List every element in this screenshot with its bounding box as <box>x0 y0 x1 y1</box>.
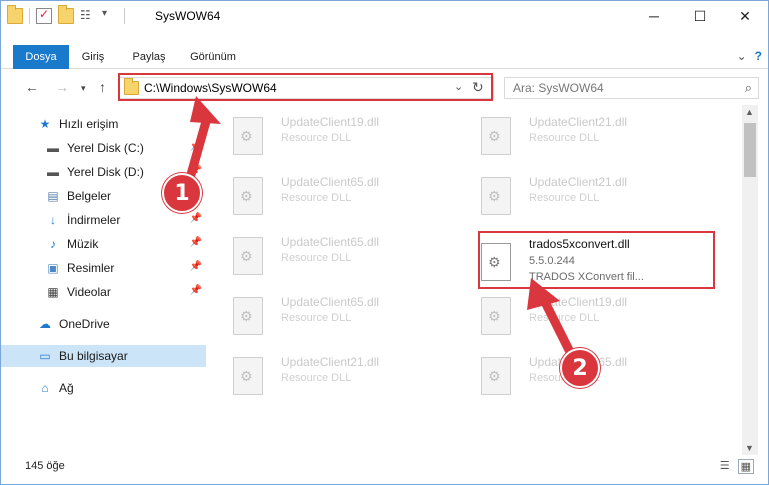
dll-file-icon <box>233 237 263 275</box>
recent-locations-icon[interactable]: ▾ <box>81 83 86 94</box>
file-item[interactable]: UpdateClient21.dll Resource DLL <box>211 349 441 401</box>
nav-item-downloads[interactable]: ↓ İndirmeler 📌 <box>1 209 206 231</box>
download-icon: ↓ <box>50 213 56 227</box>
nav-item-music[interactable]: ♪ Müzik 📌 <box>1 233 206 255</box>
tab-home[interactable]: Giriş <box>73 45 113 69</box>
view-options-icon[interactable]: ☷ <box>80 8 96 24</box>
dll-file-icon <box>233 357 263 395</box>
dll-file-icon <box>481 177 511 215</box>
close-button[interactable]: ✕ <box>722 1 768 31</box>
help-icon[interactable]: ? <box>755 49 762 63</box>
scrollbar-thumb[interactable] <box>744 123 756 177</box>
dll-file-icon <box>481 117 511 155</box>
pin-icon[interactable]: 📌 <box>190 213 202 224</box>
drive-icon: ▬ <box>47 141 59 155</box>
tab-share[interactable]: Paylaş <box>125 45 173 69</box>
view-toggle: ☰ ▦ <box>720 459 754 474</box>
large-icons-view-icon[interactable]: ▦ <box>737 459 754 474</box>
maximize-button[interactable]: ☐ <box>677 1 723 31</box>
status-bar: 145 öğe ☰ ▦ <box>1 455 768 477</box>
file-highlight <box>478 231 715 289</box>
pin-icon[interactable]: 📌 <box>190 285 202 296</box>
vertical-scrollbar[interactable]: ▲ ▼ <box>742 105 758 455</box>
item-count: 145 öğe <box>25 460 65 472</box>
drive-icon: ▬ <box>47 165 59 179</box>
pin-icon[interactable]: 📌 <box>190 237 202 248</box>
music-icon: ♪ <box>50 237 56 251</box>
dll-file-icon <box>233 177 263 215</box>
quick-access-toolbar: ☷ ▾ <box>7 5 125 24</box>
file-item[interactable]: UpdateClient65.dll Resource DLL <box>211 289 441 341</box>
nav-item-network[interactable]: ⌂ Ağ <box>1 377 206 399</box>
address-bar-highlight <box>118 73 493 101</box>
star-icon: ★ <box>39 117 51 131</box>
folder-icon <box>7 5 23 24</box>
nav-item-drive-c[interactable]: ▬ Yerel Disk (C:) 📌 <box>1 137 206 159</box>
scroll-up-icon[interactable]: ▲ <box>745 107 754 117</box>
pin-icon[interactable]: 📌 <box>190 165 202 176</box>
title-bar: ☷ ▾ SysWOW64 ─ ☐ ✕ <box>1 1 768 31</box>
tab-file[interactable]: Dosya <box>13 45 69 69</box>
file-item[interactable]: UpdateClient19.dll Resource DLL <box>459 289 689 341</box>
ribbon-controls: ⌄ ? <box>737 49 762 63</box>
file-item[interactable]: UpdateClient21.dll Resource DLL <box>459 169 689 221</box>
file-item[interactable]: UpdateClient65.dll Resource DLL <box>211 229 441 281</box>
properties-icon[interactable] <box>36 7 52 24</box>
tab-view[interactable]: Görünüm <box>185 45 241 69</box>
network-icon: ⌂ <box>41 381 49 395</box>
step-2-badge: 2 <box>560 348 600 388</box>
forward-arrow-icon[interactable]: → <box>55 79 69 95</box>
ribbon-tabs: Dosya Giriş Paylaş Görünüm ⌄ ? <box>1 45 768 69</box>
step-1-badge: 1 <box>162 173 202 213</box>
back-arrow-icon[interactable]: ← <box>25 79 39 95</box>
dll-file-icon <box>233 297 263 335</box>
pin-icon[interactable]: 📌 <box>190 141 202 152</box>
file-item[interactable]: UpdateClient65.dll Resource DLL <box>211 169 441 221</box>
nav-item-quick-access[interactable]: ★ Hızlı erişim <box>1 113 206 135</box>
documents-icon: ▤ <box>47 189 59 203</box>
scroll-down-icon[interactable]: ▼ <box>745 443 754 453</box>
search-icon: ⌕ <box>744 80 752 95</box>
search-input[interactable]: Ara: SysWOW64 ⌕ <box>504 77 759 99</box>
dll-file-icon <box>481 357 511 395</box>
up-arrow-icon[interactable]: ↑ <box>99 79 106 95</box>
navigation-pane: ★ Hızlı erişim ▬ Yerel Disk (C:) 📌 ▬ Yer… <box>1 111 211 456</box>
chevron-down-icon[interactable]: ▾ <box>102 8 118 24</box>
nav-item-onedrive[interactable]: ☁ OneDrive <box>1 313 206 335</box>
file-item[interactable]: UpdateClient19.dll Resource DLL <box>211 109 441 161</box>
separator <box>29 8 30 24</box>
new-folder-icon[interactable] <box>58 5 74 24</box>
nav-item-pictures[interactable]: ▣ Resimler 📌 <box>1 257 206 279</box>
separator <box>124 8 125 24</box>
cloud-icon: ☁ <box>39 317 51 331</box>
videos-icon: ▦ <box>47 285 59 299</box>
dll-file-icon <box>481 297 511 335</box>
nav-item-videos[interactable]: ▦ Videolar 📌 <box>1 281 206 303</box>
pictures-icon: ▣ <box>47 261 59 275</box>
chevron-down-icon[interactable]: ⌄ <box>737 49 747 63</box>
minimize-button[interactable]: ─ <box>631 1 677 31</box>
computer-icon: ▭ <box>39 349 51 363</box>
search-placeholder: Ara: SysWOW64 <box>513 81 604 95</box>
details-view-icon[interactable]: ☰ <box>720 459 730 474</box>
file-item[interactable]: UpdateClient21.dll Resource DLL <box>459 109 689 161</box>
pin-icon[interactable]: 📌 <box>190 261 202 272</box>
dll-file-icon <box>233 117 263 155</box>
window-title: SysWOW64 <box>155 9 221 23</box>
nav-item-this-pc[interactable]: ▭ Bu bilgisayar <box>1 345 206 367</box>
